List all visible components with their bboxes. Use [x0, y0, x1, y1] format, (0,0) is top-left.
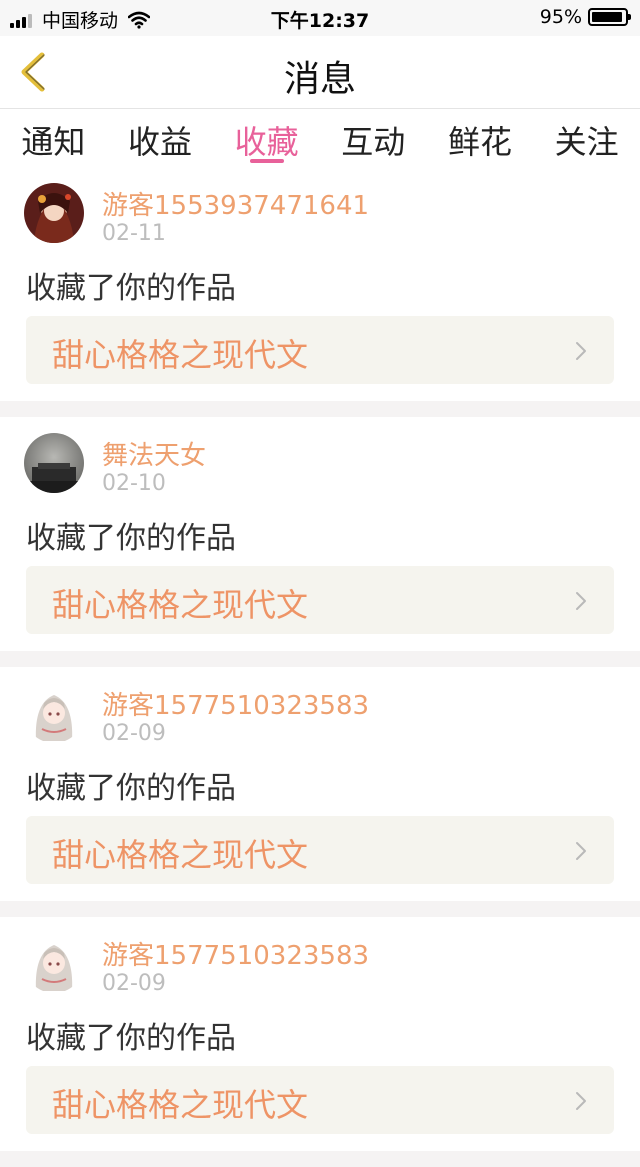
- work-title: 甜心格格之现代文: [52, 836, 309, 874]
- avatar[interactable]: [24, 183, 84, 243]
- battery-icon: [588, 8, 631, 26]
- message-list: 游客1553937471641 02-11 收藏了你的作品 甜心格格之现代文 舞法天女 0…: [0, 167, 640, 1167]
- work-link[interactable]: 甜心格格之现代文: [26, 1066, 614, 1134]
- work-link[interactable]: 甜心格格之现代文: [26, 816, 614, 884]
- battery-percent: 95%: [539, 6, 582, 28]
- username[interactable]: 游客1577510323583: [102, 935, 369, 972]
- username[interactable]: 舞法天女: [102, 435, 206, 472]
- timestamp: 02-09: [102, 971, 166, 996]
- tab-2[interactable]: 收藏: [235, 109, 299, 167]
- chevron-right-icon: [576, 842, 586, 860]
- chevron-right-icon: [576, 342, 586, 360]
- action-text: 收藏了你的作品: [26, 271, 236, 306]
- work-link[interactable]: 甜心格格之现代文: [26, 316, 614, 384]
- work-link[interactable]: 甜心格格之现代文: [26, 566, 614, 634]
- tab-label: 关注: [554, 123, 619, 161]
- active-tab-indicator: [249, 159, 284, 163]
- status-right: 95%: [539, 6, 631, 28]
- tab-label: 通知: [21, 123, 86, 161]
- avatar[interactable]: [24, 433, 84, 493]
- action-text: 收藏了你的作品: [26, 521, 236, 556]
- username[interactable]: 游客1577510323583: [102, 685, 369, 722]
- tab-1[interactable]: 收益: [128, 109, 192, 167]
- tab-5[interactable]: 关注: [555, 109, 619, 167]
- tab-4[interactable]: 鲜花: [448, 109, 512, 167]
- message-item: 游客1577510323583 02-09 收藏了你的作品甜心格格之现代文: [0, 667, 640, 917]
- tab-bar: 通知 收益 收藏 互动 鲜花 关注: [0, 109, 640, 167]
- message-item: 游客1577510323583 02-09 收藏了你的作品甜心格格之现代文: [0, 917, 640, 1167]
- tab-label: 收藏: [234, 123, 299, 161]
- timestamp: 02-11: [102, 221, 166, 246]
- work-title: 甜心格格之现代文: [52, 586, 309, 624]
- action-text: 收藏了你的作品: [26, 1021, 236, 1056]
- tab-label: 鲜花: [447, 123, 512, 161]
- tab-label: 收益: [127, 123, 192, 161]
- page-title: 消息: [283, 59, 356, 100]
- username[interactable]: 游客1553937471641: [102, 185, 369, 222]
- message-item: 游客1553937471641 02-11 收藏了你的作品甜心格格之现代文: [0, 167, 640, 417]
- avatar[interactable]: [24, 933, 84, 993]
- chevron-right-icon: [576, 592, 586, 610]
- message-item: 舞法天女 02-10 收藏了你的作品甜心格格之现代文: [0, 417, 640, 667]
- status-bar: 中国移动 下午12:37 95%: [0, 0, 640, 36]
- battery-fill: [592, 12, 623, 22]
- work-title: 甜心格格之现代文: [52, 1086, 309, 1124]
- tab-0[interactable]: 通知: [21, 109, 85, 167]
- tab-3[interactable]: 互动: [341, 109, 405, 167]
- work-title: 甜心格格之现代文: [52, 336, 309, 374]
- timestamp: 02-09: [102, 721, 166, 746]
- tab-label: 互动: [341, 123, 406, 161]
- chevron-right-icon: [576, 1092, 586, 1110]
- nav-bar: 消息: [0, 36, 640, 109]
- timestamp: 02-10: [102, 471, 166, 496]
- avatar[interactable]: [24, 683, 84, 743]
- action-text: 收藏了你的作品: [26, 771, 236, 806]
